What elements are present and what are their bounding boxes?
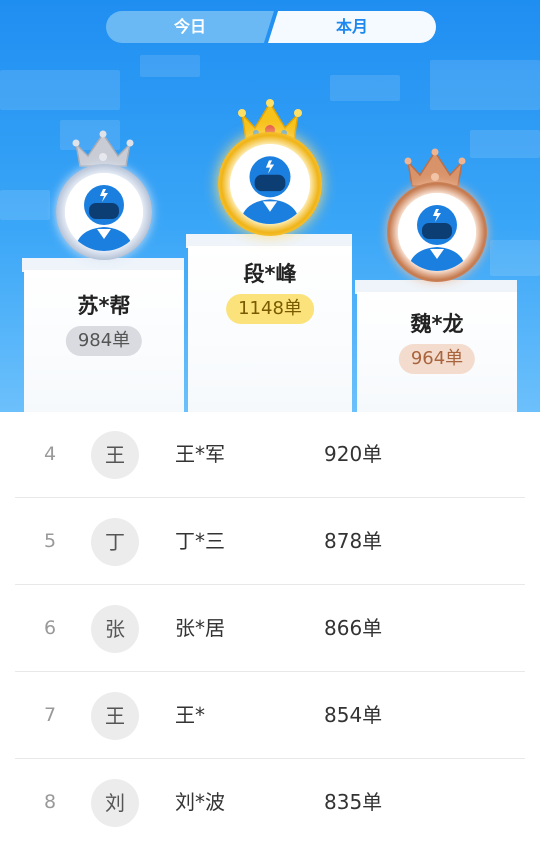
avatar: 丁 [91, 518, 139, 566]
avatar: 王 [91, 692, 139, 740]
courier-name: 王*军 [175, 442, 225, 466]
courier-name: 丁*三 [175, 529, 225, 553]
winner-score-first: 1148单 [226, 294, 314, 324]
rank-number: 7 [43, 704, 57, 726]
order-count: 878单 [324, 529, 383, 553]
avatar-third [398, 193, 476, 271]
rank-number: 5 [43, 530, 57, 552]
rank-number: 6 [43, 617, 57, 639]
winner-name-third: 魏*龙 [410, 312, 464, 336]
rank-number: 8 [43, 791, 57, 813]
avatar-frame-first [218, 132, 322, 236]
order-count: 920单 [324, 442, 383, 466]
podium-third[interactable]: 魏*龙 964单 [357, 148, 517, 378]
avatar-first [230, 144, 310, 224]
courier-avatar-icon [65, 173, 143, 251]
avatar: 王 [91, 431, 139, 479]
winner-name-second: 苏*帮 [77, 294, 131, 318]
ranking-row[interactable]: 6 张 张*居 866单 [15, 585, 525, 672]
avatar-frame-third [387, 182, 487, 282]
order-count: 866单 [324, 616, 383, 640]
tab-today[interactable]: 今日 [106, 11, 274, 43]
winner-name-first: 段*峰 [243, 262, 297, 286]
order-count: 854单 [324, 703, 383, 727]
courier-avatar-icon [230, 144, 310, 224]
podium-first[interactable]: 段*峰 1148单 [188, 98, 352, 328]
rank-number: 4 [43, 443, 57, 465]
avatar-frame-second [56, 164, 152, 260]
avatar-second [65, 173, 143, 251]
ranking-row[interactable]: 5 丁 丁*三 878单 [15, 498, 525, 585]
ranking-row[interactable]: 8 刘 刘*波 835单 [15, 759, 525, 844]
ranking-row[interactable]: 4 王 王*军 920单 [15, 411, 525, 498]
order-count: 835单 [324, 790, 383, 814]
avatar: 刘 [91, 779, 139, 827]
winner-score-second: 984单 [65, 326, 143, 356]
courier-name: 王* [175, 703, 205, 727]
courier-name: 刘*波 [175, 790, 225, 814]
courier-avatar-icon [398, 193, 476, 271]
avatar: 张 [91, 605, 139, 653]
tab-this-month[interactable]: 本月 [268, 11, 436, 43]
period-tabs: 今日 本月 [106, 11, 436, 43]
podium-second[interactable]: 苏*帮 984单 [24, 130, 184, 360]
winner-score-third: 964单 [398, 344, 476, 374]
courier-name: 张*居 [175, 616, 225, 640]
ranking-row[interactable]: 7 王 王* 854单 [15, 672, 525, 759]
